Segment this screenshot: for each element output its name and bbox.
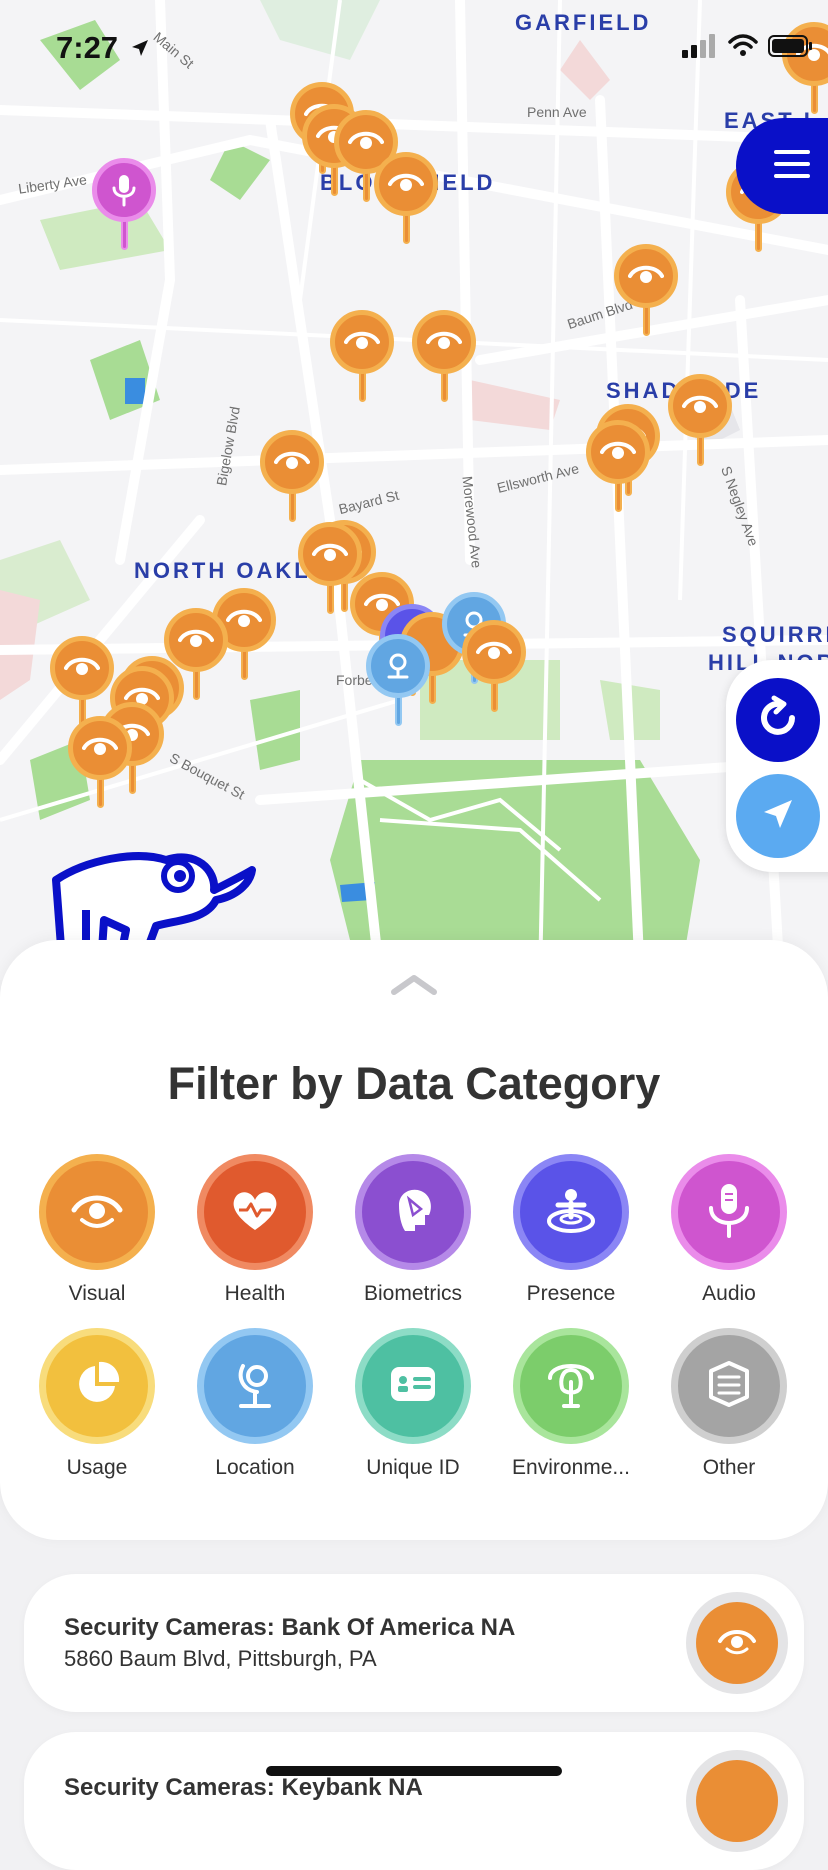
map-controls xyxy=(726,660,828,872)
map-pin-audio[interactable] xyxy=(92,158,156,258)
result-category-badge xyxy=(686,1592,788,1694)
category-health[interactable]: Health xyxy=(176,1154,334,1306)
refresh-button[interactable] xyxy=(736,678,820,762)
street-label: Penn Ave xyxy=(527,104,587,120)
neighborhood-label: GARFIELD xyxy=(515,10,652,35)
heart-icon xyxy=(229,1186,281,1239)
result-title: Security Cameras: Bank Of America NA xyxy=(64,1614,516,1641)
category-location[interactable]: Location xyxy=(176,1328,334,1480)
category-other[interactable]: Other xyxy=(650,1328,808,1480)
refresh-icon xyxy=(754,694,802,747)
list-item[interactable]: Security Cameras: Bank Of America NA 586… xyxy=(24,1574,804,1712)
category-label: Presence xyxy=(526,1282,616,1305)
map-pin-visual[interactable] xyxy=(374,152,438,252)
category-audio[interactable]: Audio xyxy=(650,1154,808,1306)
hamburger-menu-icon xyxy=(774,149,810,184)
navigation-arrow-icon xyxy=(758,794,798,839)
category-visual[interactable]: Visual xyxy=(18,1154,176,1306)
microphone-icon xyxy=(707,1182,751,1243)
category-label: Biometrics xyxy=(363,1282,463,1305)
category-label: Health xyxy=(224,1282,286,1305)
tree-icon xyxy=(546,1356,596,1417)
presence-icon xyxy=(544,1185,598,1240)
home-indicator xyxy=(266,1766,562,1776)
battery-icon xyxy=(768,34,814,63)
map-pin-visual[interactable] xyxy=(668,374,732,474)
category-unique-id[interactable]: Unique ID xyxy=(334,1328,492,1480)
list-item[interactable]: Security Cameras: Keybank NA xyxy=(24,1732,804,1870)
category-label: Environme... xyxy=(512,1456,630,1479)
category-label: Other xyxy=(702,1456,756,1479)
result-category-badge xyxy=(686,1750,788,1852)
category-label: Usage xyxy=(66,1456,128,1479)
map-pin-visual[interactable] xyxy=(462,620,526,720)
wifi-icon xyxy=(728,34,758,63)
eye-icon xyxy=(717,1626,757,1661)
id-card-icon xyxy=(389,1363,437,1410)
layers-icon xyxy=(707,1359,751,1414)
category-biometrics[interactable]: Biometrics xyxy=(334,1154,492,1306)
cellular-signal-icon xyxy=(682,34,718,63)
result-title: Security Cameras: Keybank NA xyxy=(64,1774,423,1801)
menu-button[interactable] xyxy=(736,118,828,214)
map-pin-location[interactable] xyxy=(366,634,430,734)
category-environment[interactable]: Environme... xyxy=(492,1328,650,1480)
filter-title: Filter by Data Category xyxy=(167,1058,661,1109)
chevron-up-icon xyxy=(390,975,438,1000)
face-icon xyxy=(391,1185,435,1240)
category-label: Visual xyxy=(68,1282,126,1305)
sheet-grabber[interactable] xyxy=(390,974,438,1001)
filter-sheet: Filter by Data Category Visual Health Bi… xyxy=(0,940,828,1540)
map-view[interactable]: GARFIELD EAST L BLOOMFIELD SHADYSIDE NOR… xyxy=(0,0,828,980)
globe-icon xyxy=(233,1356,277,1417)
map-pin-visual[interactable] xyxy=(260,430,324,530)
pie-chart-icon xyxy=(73,1360,121,1413)
category-grid: Visual Health Biometrics Presence Audio … xyxy=(18,1154,810,1480)
location-arrow-icon xyxy=(130,38,150,63)
result-address: 5860 Baum Blvd, Pittsburgh, PA xyxy=(64,1646,377,1671)
category-label: Location xyxy=(215,1456,295,1479)
category-presence[interactable]: Presence xyxy=(492,1154,650,1306)
locate-me-button[interactable] xyxy=(736,774,820,858)
map-pin-visual[interactable] xyxy=(586,420,650,520)
category-usage[interactable]: Usage xyxy=(18,1328,176,1480)
map-pin-visual[interactable] xyxy=(330,310,394,410)
neighborhood-label: SQUIRREL xyxy=(722,622,828,647)
map-base xyxy=(0,0,828,980)
status-icons xyxy=(682,34,814,63)
map-pin-visual[interactable] xyxy=(614,244,678,344)
map-pin-visual[interactable] xyxy=(68,716,132,816)
category-label: Audio xyxy=(702,1282,756,1305)
eye-icon xyxy=(70,1190,124,1235)
category-label: Unique ID xyxy=(366,1456,460,1479)
status-time: 7:27 xyxy=(56,30,119,65)
map-pin-visual[interactable] xyxy=(412,310,476,410)
